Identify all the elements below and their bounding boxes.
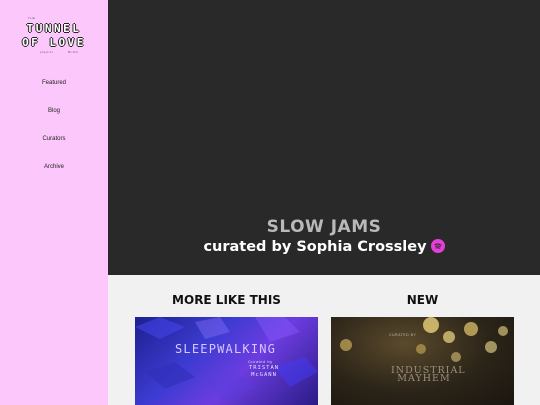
nav-item-blog[interactable]: Blog	[0, 108, 108, 114]
playlist-card-sleepwalking[interactable]: SLEEPWALKING Curated by TRISTAN McGANN	[135, 317, 318, 405]
logo-top-small: THE	[28, 16, 36, 20]
card-curated-label: CURATED BY	[389, 333, 417, 337]
card-art-cubes	[135, 317, 318, 402]
card-title: SLEEPWALKING	[175, 342, 277, 356]
logo-line-2: OF LOVE	[22, 36, 86, 49]
sidebar: THE TUNNEL OF LOVE playlist BLOG Feature…	[0, 0, 108, 405]
hero-title: SLOW JAMS	[266, 217, 382, 237]
site-logo[interactable]: THE TUNNEL OF LOVE playlist BLOG	[10, 16, 98, 56]
section-new: NEW	[406, 293, 439, 307]
nav-item-curators[interactable]: Curators	[0, 136, 108, 142]
card-curated-label: Curated by	[248, 359, 273, 364]
section-more-like-this: MORE LIKE THIS	[172, 293, 281, 307]
hero-banner[interactable]: SLOW JAMS curated by Sophia Crossley	[108, 0, 540, 275]
nav-item-archive[interactable]: Archive	[0, 164, 108, 170]
spotify-icon[interactable]	[430, 239, 445, 253]
logo-line-1: TUNNEL	[26, 22, 82, 35]
logo-bottom-small-left: playlist	[40, 50, 54, 54]
card-art-bokeh	[340, 317, 508, 362]
playlist-card-industrial-mayhem[interactable]: CURATED BY INDUSTRIAL MAYHEM	[331, 317, 514, 405]
hero-curator-text: curated by Sophia Crossley	[203, 239, 427, 255]
logo-bottom-small-right: BLOG	[68, 50, 79, 54]
nav-item-featured[interactable]: Featured	[0, 80, 108, 86]
card-title: INDUSTRIAL MAYHEM	[391, 365, 466, 384]
card-curator-name: TRISTAN McGANN	[248, 365, 280, 378]
hero-subtitle: curated by Sophia Crossley	[108, 239, 540, 255]
